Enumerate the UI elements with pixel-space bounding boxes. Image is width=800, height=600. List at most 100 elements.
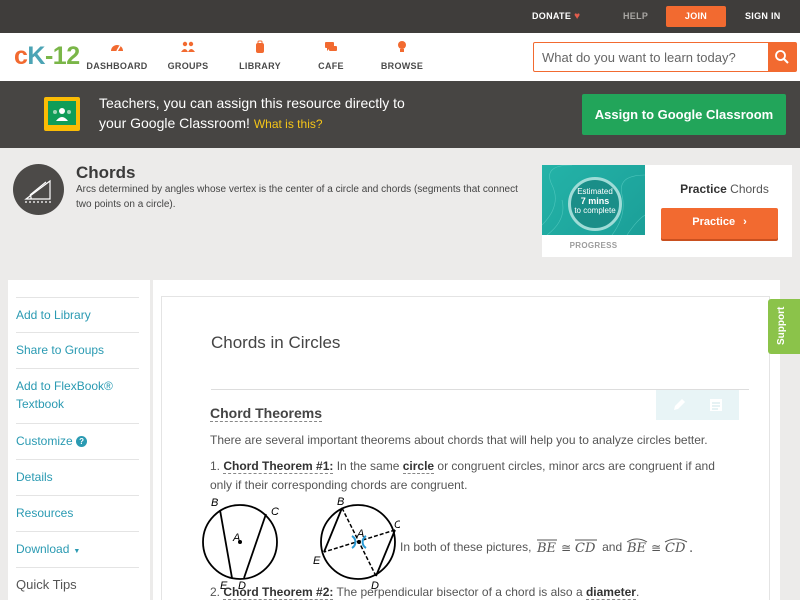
concept-description: Arcs determined by angles whose vertex i… xyxy=(76,184,518,210)
sidebar-customize[interactable]: Customize ? xyxy=(16,424,139,460)
help-icon[interactable]: ? xyxy=(76,436,88,447)
section-heading-text: Chord Theorems xyxy=(210,405,323,422)
sidebar-resources[interactable]: Resources xyxy=(16,496,139,532)
svg-text:C: C xyxy=(271,506,279,518)
estimated-time-circle: Estimated 7 mins to complete xyxy=(568,177,622,231)
section-heading: Chord Theorems xyxy=(210,405,323,422)
sidebar-share-to-groups[interactable]: Share to Groups xyxy=(16,333,139,369)
practice-button-label: Practice xyxy=(692,216,736,228)
t2-end: . xyxy=(635,585,640,599)
nav-dashboard-label: DASHBOARD xyxy=(86,61,148,71)
chord-figure-2: B C A E D xyxy=(313,496,400,590)
lightbulb-icon xyxy=(398,41,406,52)
download-label: Download xyxy=(16,542,70,556)
main-content: Chords in Circles Chord Theorems There a… xyxy=(153,280,780,600)
logo-c: c xyxy=(14,42,28,70)
svg-text:A: A xyxy=(356,528,364,540)
svg-text:E: E xyxy=(313,555,321,567)
sidebar-details[interactable]: Details xyxy=(16,460,139,496)
classroom-message: Teachers, you can assign this resource d… xyxy=(99,93,539,134)
help-link[interactable]: HELP xyxy=(623,0,648,33)
t2-text: The perpendicular bisector of a chord is… xyxy=(333,585,586,599)
t2-number: 2. xyxy=(210,585,224,599)
t1-label[interactable]: Chord Theorem #1: xyxy=(223,459,334,474)
heart-icon: ♥ xyxy=(574,11,581,22)
pencil-icon[interactable] xyxy=(671,397,687,413)
classroom-message-line2: your Google Classroom! xyxy=(99,115,250,131)
classroom-message-line1: Teachers, you can assign this resource d… xyxy=(99,95,405,111)
sign-in-link[interactable]: SIGN IN xyxy=(745,0,781,33)
search-input[interactable] xyxy=(534,43,768,71)
and-text: and xyxy=(602,540,623,554)
logo-dash: - xyxy=(44,42,53,70)
t2-label[interactable]: Chord Theorem #2: xyxy=(223,585,334,600)
t1-text-a: In the same xyxy=(333,459,403,473)
caret-down-icon: ▼ xyxy=(73,548,81,555)
nav-groups-label: GROUPS xyxy=(167,61,209,71)
assign-google-classroom-button[interactable]: Assign to Google Classroom xyxy=(582,94,786,135)
svg-text:BE: BE xyxy=(626,541,647,555)
search-box xyxy=(533,42,797,72)
estimated-minutes: 7 mins xyxy=(580,196,610,206)
circle-term-link[interactable]: circle xyxy=(402,459,435,474)
chords-concept-icon xyxy=(13,164,64,215)
search-icon xyxy=(775,50,789,64)
diameter-term-link[interactable]: diameter xyxy=(585,585,636,600)
svg-text:B: B xyxy=(211,497,218,509)
t1-text-b: or congruent circles, minor arcs are con… xyxy=(434,459,715,473)
donate-label: DONATE xyxy=(532,11,572,21)
sidebar-download[interactable]: Download ▼ xyxy=(16,532,139,568)
progress-label: PROGRESS xyxy=(569,241,618,250)
svg-text:.: . xyxy=(689,541,693,555)
svg-text:CD: CD xyxy=(575,541,596,555)
flexbook-label-line1: Add to FlexBook® xyxy=(16,379,113,393)
notes-icon[interactable] xyxy=(708,397,724,413)
caption-text: In both of these pictures, xyxy=(400,540,532,554)
chord-figure-1: B C A E D xyxy=(202,497,279,590)
theorem-1-paragraph: 1. Chord Theorem #1: In the same circle … xyxy=(210,457,730,495)
edit-tools xyxy=(656,390,739,420)
progress-badge: Estimated 7 mins to complete xyxy=(542,165,645,235)
nav-cafe-label: CAFE xyxy=(318,61,344,71)
arc-congruence-formula: BE ≅ CD . xyxy=(626,538,694,556)
support-label: Support xyxy=(776,306,787,345)
google-classroom-icon xyxy=(44,97,80,131)
svg-text:B: B xyxy=(337,496,344,508)
to-complete-label: to complete xyxy=(574,206,616,215)
ck12-logo[interactable]: cK-12 xyxy=(14,42,80,70)
people-icon xyxy=(181,41,195,52)
practice-button[interactable]: Practice › xyxy=(661,208,778,239)
donate-link[interactable]: DONATE ♥ xyxy=(532,0,580,33)
main-nav: cK-12 DASHBOARD GROUPS LIBRARY CAFE BROW… xyxy=(0,33,800,81)
concept-title: Chords xyxy=(76,163,136,182)
chord-congruence-formula: BE ≅ CD xyxy=(536,539,597,556)
nav-dashboard[interactable]: DASHBOARD xyxy=(82,40,152,71)
theorem-2-paragraph: 2. Chord Theorem #2: The perpendicular b… xyxy=(210,583,750,600)
svg-text:A: A xyxy=(232,532,240,544)
chat-icon xyxy=(325,42,337,51)
flexbook-label-line2: Textbook xyxy=(16,397,65,411)
customize-label: Customize xyxy=(16,434,73,448)
quick-tips-heading: Quick Tips xyxy=(16,577,77,592)
support-tab[interactable]: Support xyxy=(768,299,800,354)
sidebar-add-to-flexbook[interactable]: Add to FlexBook® Textbook xyxy=(16,369,139,424)
practice-title: Practice Chords xyxy=(657,182,792,196)
nav-browse[interactable]: BROWSE xyxy=(367,40,437,71)
search-button[interactable] xyxy=(768,43,796,71)
t1-number: 1. xyxy=(210,459,224,473)
chevron-right-icon: › xyxy=(743,216,747,228)
sidebar-add-to-library[interactable]: Add to Library xyxy=(16,297,139,333)
svg-text:≅: ≅ xyxy=(561,541,571,555)
svg-text:C: C xyxy=(394,519,400,531)
join-button[interactable]: JOIN xyxy=(666,6,726,27)
practice-card: Estimated 7 mins to complete PROGRESS Pr… xyxy=(542,165,792,257)
nav-library[interactable]: LIBRARY xyxy=(225,40,295,71)
svg-text:CD: CD xyxy=(665,541,686,555)
estimated-label: Estimated xyxy=(577,187,613,196)
nav-groups[interactable]: GROUPS xyxy=(153,40,223,71)
practice-title-rest: Chords xyxy=(726,182,769,196)
what-is-this-link[interactable]: What is this? xyxy=(254,117,323,131)
logo-num: 12 xyxy=(52,42,80,70)
svg-text:BE: BE xyxy=(536,541,557,555)
nav-cafe[interactable]: CAFE xyxy=(296,40,366,71)
